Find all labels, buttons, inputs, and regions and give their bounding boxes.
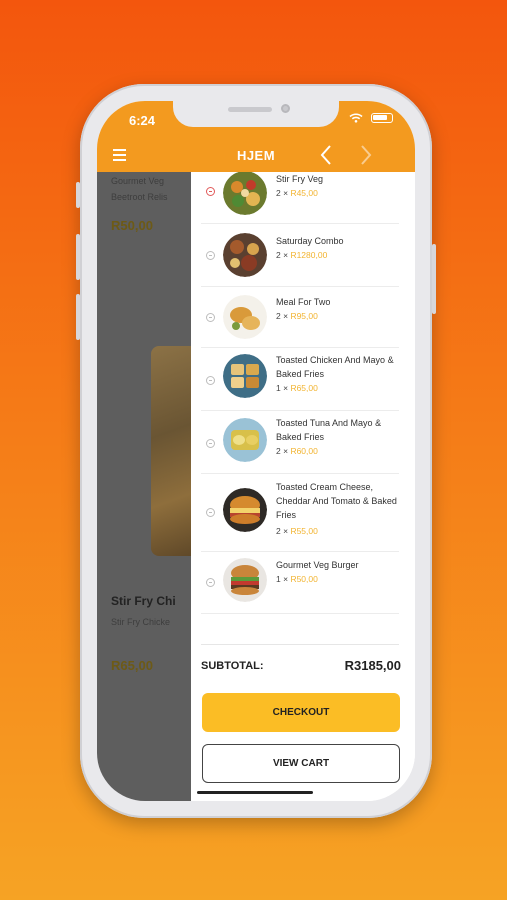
- bg-item-price: R65,00: [111, 658, 153, 673]
- bg-item-desc: Beetroot Relis: [111, 192, 168, 202]
- status-time: 6:24: [129, 113, 156, 128]
- battery-icon: [371, 113, 393, 123]
- speaker: [228, 107, 272, 112]
- qty-value: 1 ×: [276, 383, 289, 393]
- cart-item: Gourmet Veg Burger 1 × R50,00: [201, 552, 399, 614]
- remove-item-icon[interactable]: [206, 578, 215, 587]
- bg-item-price: R50,00: [111, 218, 153, 233]
- cart-item-name: Toasted Cream Cheese, Cheddar And Tomato…: [276, 482, 397, 520]
- nav-row: HJEM: [97, 141, 415, 172]
- camera: [281, 104, 290, 113]
- item-price: R60,00: [290, 446, 318, 456]
- phone-frame: Gourmet Veg Beetroot Relis R50,00 Stir F…: [76, 84, 436, 818]
- cart-item-qty: 2 × R95,00: [276, 311, 318, 321]
- chevron-left-icon[interactable]: [319, 143, 333, 171]
- food-thumbnail: [223, 558, 267, 602]
- cart-item-name: Toasted Chicken And Mayo & Baked Fries: [276, 355, 394, 379]
- cart-item: Toasted Cream Cheese, Cheddar And Tomato…: [201, 474, 399, 552]
- remove-item-icon[interactable]: [206, 187, 215, 196]
- home-indicator: [197, 791, 313, 794]
- item-price: R50,00: [290, 574, 318, 584]
- food-thumbnail: [223, 295, 267, 339]
- volume-up-button: [76, 234, 80, 280]
- subtotal-value: R3185,00: [344, 658, 401, 673]
- remove-item-icon[interactable]: [206, 439, 215, 448]
- view-cart-button[interactable]: VIEW CART: [202, 744, 400, 783]
- subtotal-label: SUBTOTAL:: [201, 660, 264, 672]
- cart-item: Meal For Two 2 × R95,00: [201, 287, 399, 348]
- item-price: R65,00: [290, 383, 318, 393]
- screen: Gourmet Veg Beetroot Relis R50,00 Stir F…: [97, 101, 415, 801]
- qty-value: 2 ×: [276, 446, 289, 456]
- cart-item-qty: 2 × R55,00: [276, 526, 318, 536]
- food-thumbnail: [223, 172, 267, 215]
- item-price: R45,00: [290, 188, 318, 198]
- checkout-button[interactable]: CHECKOUT: [202, 693, 400, 732]
- wifi-icon: [349, 113, 363, 123]
- item-price: R1280,00: [290, 250, 328, 260]
- mute-switch: [76, 182, 80, 208]
- cart-item-qty: 2 × R1280,00: [276, 250, 327, 260]
- cart-item-name: Saturday Combo: [276, 236, 344, 246]
- food-thumbnail: [223, 488, 267, 532]
- cart-item-qty: 1 × R50,00: [276, 574, 318, 584]
- cart-drawer: Stir Fry Veg 2 × R45,00 Saturday Combo 2…: [191, 172, 415, 801]
- chevron-right-icon[interactable]: [359, 143, 373, 171]
- app-header: 6:24 HJEM: [97, 101, 415, 172]
- cart-list: Stir Fry Veg 2 × R45,00 Saturday Combo 2…: [191, 172, 415, 644]
- background-page: Gourmet Veg Beetroot Relis R50,00 Stir F…: [97, 172, 191, 801]
- cart-item-qty: 2 × R60,00: [276, 446, 318, 456]
- qty-value: 2 ×: [276, 250, 289, 260]
- qty-value: 2 ×: [276, 526, 289, 536]
- power-button: [432, 244, 436, 314]
- cart-item: Saturday Combo 2 × R1280,00: [201, 224, 399, 287]
- food-thumbnail: [223, 354, 267, 398]
- phone-notch: [173, 101, 339, 127]
- cart-item-qty: 2 × R45,00: [276, 188, 318, 198]
- remove-item-icon[interactable]: [206, 508, 215, 517]
- qty-value: 2 ×: [276, 311, 289, 321]
- remove-item-icon[interactable]: [206, 313, 215, 322]
- food-thumbnail: [223, 418, 267, 462]
- item-price: R95,00: [290, 311, 318, 321]
- item-price: R55,00: [290, 526, 318, 536]
- bg-food-image: [151, 346, 191, 556]
- bg-item-title: Stir Fry Chi: [111, 594, 176, 608]
- volume-down-button: [76, 294, 80, 340]
- remove-item-icon[interactable]: [206, 376, 215, 385]
- bg-item-desc: Stir Fry Chicke: [111, 617, 171, 627]
- cart-item-qty: 1 × R65,00: [276, 383, 318, 393]
- status-icons: [349, 113, 393, 123]
- food-thumbnail: [223, 233, 267, 277]
- cart-item: Toasted Chicken And Mayo & Baked Fries 1…: [201, 348, 399, 411]
- cart-item-name: Toasted Tuna And Mayo & Baked Fries: [276, 418, 382, 442]
- cart-item: Toasted Tuna And Mayo & Baked Fries 2 × …: [201, 411, 399, 474]
- cart-item: Stir Fry Veg 2 × R45,00: [201, 172, 399, 224]
- qty-value: 1 ×: [276, 574, 289, 584]
- bg-item-desc: Gourmet Veg: [111, 176, 165, 186]
- cart-item-name: Gourmet Veg Burger: [276, 560, 359, 570]
- divider: [201, 644, 399, 645]
- qty-value: 2 ×: [276, 188, 289, 198]
- cart-item-name: Meal For Two: [276, 297, 331, 307]
- cart-item-name: Stir Fry Veg: [276, 174, 324, 184]
- remove-item-icon[interactable]: [206, 251, 215, 260]
